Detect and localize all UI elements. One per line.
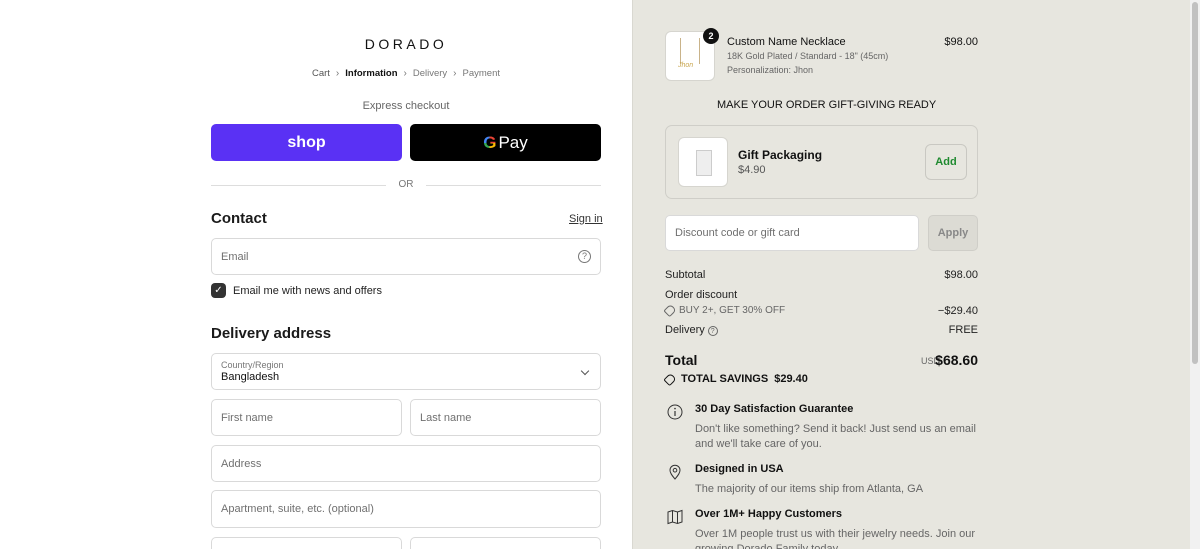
chevron-right-icon: › bbox=[453, 68, 457, 79]
savings-value: $29.40 bbox=[774, 373, 808, 385]
country-value: Bangladesh bbox=[221, 371, 280, 383]
apartment-placeholder: Apartment, suite, etc. (optional) bbox=[221, 503, 374, 515]
country-label: Country/Region bbox=[221, 360, 284, 370]
map-icon bbox=[667, 509, 683, 525]
breadcrumb-cart[interactable]: Cart bbox=[312, 68, 330, 79]
discount-amount: −$29.40 bbox=[937, 305, 978, 317]
last-name-placeholder: Last name bbox=[420, 411, 472, 424]
state-field[interactable] bbox=[410, 537, 601, 549]
or-label: OR bbox=[398, 179, 414, 190]
breadcrumb: Cart › Information › Delivery › Payment bbox=[211, 68, 601, 79]
feature-text: Over 1M people trust us with their jewel… bbox=[695, 528, 976, 549]
add-gift-button[interactable]: Add bbox=[925, 144, 967, 180]
product-variant: 18K Gold Plated / Standard - 18" (45cm) bbox=[727, 51, 889, 61]
total-value: $68.60 bbox=[935, 352, 978, 368]
gift-heading: MAKE YOUR ORDER GIFT-GIVING READY bbox=[717, 99, 937, 111]
quantity-badge: 2 bbox=[703, 28, 719, 44]
info-icon[interactable]: ? bbox=[707, 326, 718, 336]
delivery-label-row: Delivery? bbox=[665, 324, 718, 336]
order-summary-panel: Jhon 2 Custom Name Necklace 18K Gold Pla… bbox=[632, 0, 1190, 549]
total-savings: TOTAL SAVINGS $29.40 bbox=[663, 372, 808, 386]
info-icon bbox=[667, 404, 683, 420]
feature-text: The majority of our items ship from Atla… bbox=[695, 483, 924, 495]
gift-name: Gift Packaging bbox=[738, 148, 823, 162]
subtotal-label: Subtotal bbox=[665, 269, 706, 281]
delivery-heading: Delivery address bbox=[211, 325, 332, 342]
tag-icon bbox=[663, 303, 677, 318]
product-price: $98.00 bbox=[944, 36, 978, 48]
gift-price: $4.90 bbox=[738, 164, 766, 176]
discount-code-line: BUY 2+, GET 30% OFF bbox=[663, 303, 786, 318]
product-personalization: Personalization: Jhon bbox=[727, 65, 814, 75]
last-name-field[interactable]: Last name bbox=[410, 399, 601, 436]
country-select[interactable]: Country/Region Bangladesh bbox=[211, 353, 601, 390]
breadcrumb-information: Information bbox=[345, 68, 398, 79]
discount-code: BUY 2+, GET 30% OFF bbox=[679, 305, 786, 316]
google-pay-label: Pay bbox=[498, 132, 528, 152]
newsletter-option[interactable]: ✓ Email me with news and offers bbox=[211, 283, 382, 298]
google-pay-button[interactable]: G Pay bbox=[410, 124, 601, 161]
help-icon[interactable]: ? bbox=[578, 250, 591, 263]
delivery-value: FREE bbox=[948, 324, 978, 336]
feature-text: Don't like something? Send it back! Just… bbox=[695, 423, 976, 450]
city-field[interactable] bbox=[211, 537, 402, 549]
brand-logo[interactable]: DORADO bbox=[211, 36, 601, 52]
express-checkout-title: Express checkout bbox=[362, 100, 450, 112]
or-divider: OR bbox=[211, 178, 601, 192]
checkout-form-panel: DORADO Cart › Information › Delivery › Payment… bbox=[0, 0, 632, 549]
savings-label: TOTAL SAVINGS bbox=[681, 373, 769, 385]
contact-heading: Contact bbox=[211, 210, 267, 227]
apartment-field[interactable]: Apartment, suite, etc. (optional) bbox=[211, 490, 601, 528]
feature-title: 30 Day Satisfaction Guarantee bbox=[695, 403, 854, 415]
google-g-icon: G bbox=[483, 132, 497, 152]
delivery-label: Delivery bbox=[665, 324, 705, 336]
email-placeholder: Email bbox=[221, 250, 249, 263]
apply-button[interactable]: Apply bbox=[928, 215, 978, 251]
feature-title: Designed in USA bbox=[695, 463, 784, 475]
address-field[interactable]: Address bbox=[211, 445, 601, 482]
feature-title: Over 1M+ Happy Customers bbox=[695, 508, 843, 520]
shop-pay-label: shop bbox=[287, 133, 326, 151]
chevron-right-icon: › bbox=[403, 68, 407, 79]
newsletter-checkbox[interactable]: ✓ bbox=[211, 283, 226, 298]
total-label: Total bbox=[665, 352, 698, 368]
sign-in-link[interactable]: Sign in bbox=[569, 213, 603, 225]
email-field[interactable]: Email ? bbox=[211, 238, 601, 275]
discount-input[interactable]: Discount code or gift card bbox=[665, 215, 919, 251]
address-placeholder: Address bbox=[221, 457, 262, 470]
newsletter-label: Email me with news and offers bbox=[233, 284, 382, 297]
product-name: Custom Name Necklace bbox=[727, 36, 846, 48]
page-scrollbar[interactable] bbox=[1190, 0, 1200, 549]
first-name-field[interactable]: First name bbox=[211, 399, 402, 436]
breadcrumb-payment: Payment bbox=[462, 68, 501, 79]
gift-packaging-card: Gift Packaging $4.90 Add bbox=[665, 125, 978, 199]
shop-pay-button[interactable]: shop bbox=[211, 124, 402, 161]
first-name-placeholder: First name bbox=[221, 411, 273, 424]
scrollbar-thumb[interactable] bbox=[1192, 2, 1198, 364]
tag-icon bbox=[663, 372, 677, 386]
chevron-right-icon: › bbox=[335, 68, 340, 79]
location-pin-icon bbox=[669, 464, 681, 480]
subtotal-value: $98.00 bbox=[944, 269, 978, 281]
discount-placeholder: Discount code or gift card bbox=[675, 227, 800, 239]
order-discount-label: Order discount bbox=[665, 289, 738, 301]
gift-bag-image bbox=[678, 137, 728, 187]
breadcrumb-delivery: Delivery bbox=[412, 68, 448, 79]
